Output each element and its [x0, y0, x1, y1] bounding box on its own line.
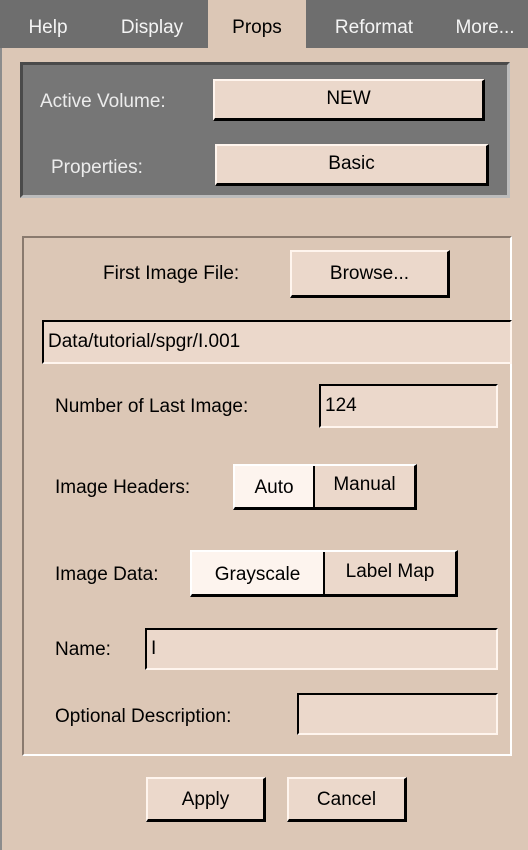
tab-reformat[interactable]: Reformat	[306, 0, 442, 48]
name-field[interactable]: I	[145, 628, 498, 670]
image-headers-selector: Auto Manual	[233, 464, 417, 510]
window-left-edge	[0, 48, 2, 850]
image-data-label: Image Data:	[55, 564, 159, 585]
apply-button[interactable]: Apply	[146, 777, 266, 822]
last-image-field[interactable]: 124	[319, 384, 498, 428]
data-grayscale-option[interactable]: Grayscale	[192, 552, 323, 594]
properties-label: Properties:	[51, 157, 143, 178]
image-data-selector: Grayscale Label Map	[190, 550, 458, 597]
name-label: Name:	[55, 639, 111, 660]
properties-menu-button[interactable]: Basic	[215, 144, 489, 186]
headers-auto-option[interactable]: Auto	[235, 466, 313, 507]
tab-bar: Help Display Props Reformat More...	[0, 0, 528, 48]
headers-manual-option[interactable]: Manual	[313, 466, 414, 507]
tab-help[interactable]: Help	[0, 0, 96, 48]
browse-button[interactable]: Browse...	[290, 250, 450, 298]
tab-more[interactable]: More...	[442, 0, 528, 48]
image-path-field[interactable]: Data/tutorial/spgr/I.001	[42, 320, 512, 364]
cancel-button[interactable]: Cancel	[287, 777, 407, 822]
description-label: Optional Description:	[55, 706, 232, 727]
first-image-file-label: First Image File:	[103, 263, 240, 284]
volume-panel: Active Volume: NEW Properties: Basic	[20, 62, 510, 198]
data-labelmap-option[interactable]: Label Map	[323, 552, 455, 594]
description-field[interactable]	[297, 693, 498, 735]
last-image-label: Number of Last Image:	[55, 396, 249, 417]
image-headers-label: Image Headers:	[55, 477, 191, 498]
tab-props[interactable]: Props	[208, 0, 306, 48]
active-volume-menu-button[interactable]: NEW	[213, 79, 485, 121]
active-volume-label: Active Volume:	[40, 91, 166, 112]
tab-display[interactable]: Display	[96, 0, 208, 48]
